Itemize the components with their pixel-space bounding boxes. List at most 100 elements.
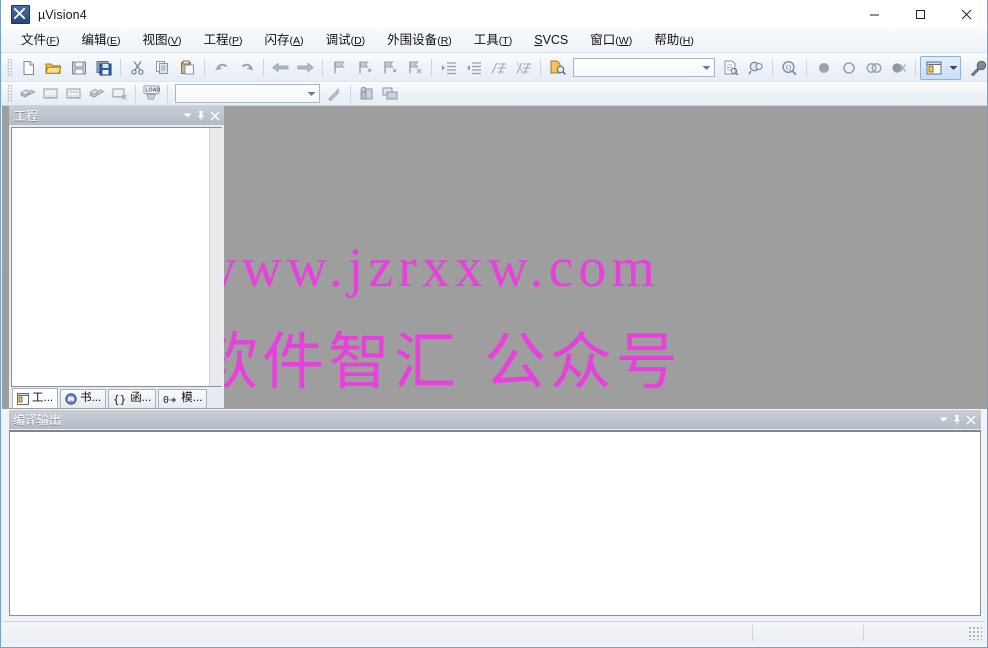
tab-books-label: 书... [80,392,102,405]
navigate-forward-icon[interactable] [294,57,317,79]
svg-text:LOAD: LOAD [145,88,160,94]
cut-icon[interactable] [126,57,149,79]
menu-item-tools[interactable]: 工具(T) [468,31,518,50]
chevron-down-icon[interactable] [699,59,714,76]
watermark-brand: 软件智汇 公众号 [224,325,682,398]
find-in-files-alt-icon[interactable] [744,57,767,79]
find-in-files-icon[interactable] [546,57,569,79]
open-file-icon[interactable] [42,57,65,79]
copy-icon[interactable] [151,57,174,79]
pin-icon[interactable] [950,412,964,427]
menu-label: 文件 [21,33,47,48]
uncomment-icon[interactable]: // [512,57,535,79]
menu-mnemonic: D [354,35,362,48]
window-layout-control[interactable] [920,55,961,80]
redo-icon[interactable] [235,57,258,79]
project-panel-tabs: 工... 书... {} 函... 0 模... [9,387,224,408]
panel-menu-chevron-icon[interactable] [180,108,194,123]
tab-templates[interactable]: 0 模... [158,389,208,408]
panel-menu-chevron-icon[interactable] [936,412,950,427]
menu-item-file[interactable]: 文件(F) [15,31,65,50]
navigate-back-icon[interactable] [269,57,292,79]
menu-item-edit[interactable]: 编辑(E) [75,31,126,50]
wrench-icon[interactable] [967,57,987,79]
target-combo[interactable] [175,84,320,103]
browse-symbols-icon[interactable]: Q [778,57,801,79]
menu-item-view[interactable]: 视图(V) [136,31,187,50]
minimize-button[interactable] [851,0,897,29]
pin-icon[interactable] [194,108,208,123]
tab-books[interactable]: 书... [60,389,107,408]
indent-right-icon[interactable] [437,57,460,79]
breakpoint-insert-icon[interactable] [812,57,835,79]
toolbar-separator [204,58,205,77]
bookmark-next-icon[interactable] [378,57,401,79]
title-bar: µVision4 [1,0,987,30]
menu-item-debug[interactable]: 调试(D) [320,31,372,50]
mdi-client-area: www.jzrxxw.com 软件智汇 公众号 [224,106,987,409]
target-options-wand-icon[interactable] [324,84,345,104]
breakpoint-enable-icon[interactable] [837,57,860,79]
close-icon[interactable] [208,108,222,123]
window-layout-icon[interactable] [922,57,945,79]
menu-mnemonic: W [618,35,629,48]
svg-text:{}: {} [113,393,126,405]
menu-item-flash[interactable]: 闪存(A) [259,31,310,50]
save-all-icon[interactable] [92,57,115,79]
bookmark-prev-icon[interactable] [353,57,376,79]
comment-icon[interactable]: // [487,57,510,79]
menu-mnemonic: H [682,35,691,48]
breakpoint-disable-all-icon[interactable] [862,57,885,79]
status-cell-2 [753,622,863,644]
manage-components-icon[interactable] [356,84,377,104]
find-combo[interactable] [573,58,715,77]
toolbar-separator [772,58,773,77]
breakpoint-kill-all-icon[interactable] [887,57,910,79]
undo-icon[interactable] [210,57,233,79]
menu-item-svcs[interactable]: SVCS [528,31,574,50]
menu-item-help[interactable]: 帮助(H) [648,31,700,50]
bookmark-toggle-icon[interactable] [328,57,351,79]
close-button[interactable] [943,0,987,29]
toolbar-separator [322,58,323,77]
close-icon[interactable] [964,412,978,427]
paste-icon[interactable] [176,57,199,79]
incremental-find-icon[interactable] [719,57,742,79]
manage-multi-project-icon[interactable] [379,84,400,104]
project-tree[interactable] [11,127,222,387]
indent-left-icon[interactable] [462,57,485,79]
menu-mnemonic: E [109,35,117,48]
bookmark-clear-icon[interactable] [403,57,426,79]
menu-item-window[interactable]: 窗口(W) [584,31,638,50]
toolbar-grip[interactable] [7,58,12,77]
download-load-icon[interactable]: LOAD [141,84,162,104]
stop-build-icon[interactable] [109,84,130,104]
toolbar-grip[interactable] [7,84,12,103]
maximize-button[interactable] [897,0,943,29]
tab-functions[interactable]: {} 函... [108,389,157,408]
project-tree-scrollbar[interactable] [209,128,222,386]
main-work-area: www.jzrxxw.com 软件智汇 公众号 工程 工... 书... {} … [2,106,987,409]
save-file-icon[interactable] [67,57,90,79]
build-target-icon[interactable] [40,84,61,104]
chevron-down-icon[interactable] [304,85,319,102]
tab-templates-label: 模... [181,392,203,405]
resize-grip-icon[interactable] [968,625,982,640]
tab-project[interactable]: 工... [12,388,59,408]
rebuild-all-icon[interactable] [63,84,84,104]
build-output-text[interactable] [9,430,981,616]
chevron-down-icon[interactable] [946,57,960,79]
build-output-title: 编译输出 [13,413,62,427]
menu-bar: 文件(F) 编辑(E) 视图(V) 工程(P) 闪存(A) 调试(D) 外围设备… [1,29,987,53]
menu-item-project[interactable]: 工程(P) [198,31,249,50]
watermark-url: www.jzrxxw.com [224,237,660,299]
new-file-icon[interactable] [17,57,40,79]
batch-build-icon[interactable] [86,84,107,104]
uvision-logo-icon [11,5,30,24]
uvision-main-window: µVision4 文件(F) 编辑(E) 视图(V) 工程(P) 闪存(A) 调… [0,0,988,648]
braces-icon: {} [113,393,127,405]
menu-item-peripherals[interactable]: 外围设备(R) [381,31,458,50]
build-output-panel: 编译输出 [9,410,981,616]
translate-icon[interactable] [17,84,38,104]
svg-text:0: 0 [163,395,169,405]
